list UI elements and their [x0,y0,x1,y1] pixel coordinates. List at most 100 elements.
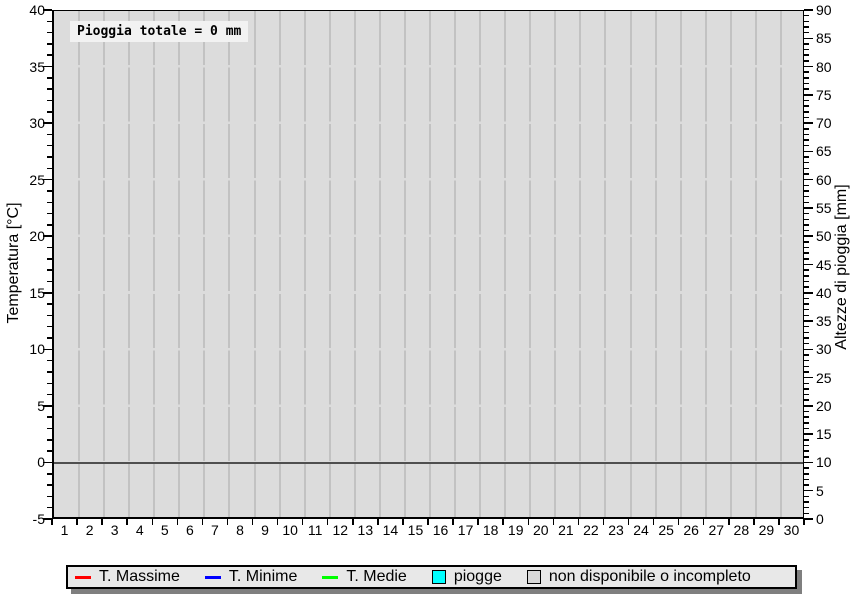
left-minor-tick [47,337,52,339]
right-minor-tick [804,230,809,232]
x-axis-day-label: 24 [633,523,649,537]
right-minor-tick [804,366,809,368]
legend-swatch-t-medie [322,576,338,579]
right-minor-tick [804,360,809,362]
right-minor-tick [804,399,809,401]
day-gridline [178,11,180,517]
legend-swatch-non-disponibile-o-incompleto [527,570,541,584]
x-axis-tick [327,519,329,525]
x-axis-tick [728,519,730,525]
right-minor-tick [804,332,809,334]
left-axis-tick-label: -5 [0,512,45,526]
day-gridline [228,11,230,517]
x-axis-tick [177,519,179,525]
x-axis-tick [753,519,755,525]
right-minor-tick [804,281,809,283]
right-minor-tick [804,54,809,56]
left-minor-tick [47,450,52,452]
right-major-tick [804,207,813,209]
right-axis-tick-label: 30 [816,342,832,356]
left-minor-tick [47,269,52,271]
right-minor-tick [804,247,809,249]
day-gridline [755,11,757,517]
x-axis-tick [427,519,429,525]
left-axis-tick-label: 0 [0,455,45,469]
right-minor-tick [804,484,809,486]
legend-swatch-piogge [432,570,446,584]
right-minor-tick [804,219,809,221]
left-minor-tick [47,473,52,475]
right-major-tick [804,264,813,266]
right-axis-tick-label: 40 [816,286,832,300]
left-axis-tick-label: 40 [0,3,45,17]
x-axis-day-label: 17 [458,523,474,537]
right-minor-tick [804,71,809,73]
left-axis-tick-label: 30 [0,116,45,130]
x-axis-tick [76,519,78,525]
left-minor-tick [47,281,52,283]
right-minor-tick [804,326,809,328]
right-minor-tick [804,241,809,243]
right-axis-tick-label: 85 [816,31,832,45]
right-major-tick [804,292,813,294]
right-minor-tick [804,298,809,300]
right-minor-tick [804,15,809,17]
right-minor-tick [804,501,809,503]
x-axis-day-label: 4 [136,523,144,537]
x-axis-tick [402,519,404,525]
legend-swatch-t-massime [75,576,91,579]
right-minor-tick [804,224,809,226]
left-minor-tick [47,224,52,226]
right-minor-tick [804,49,809,51]
day-gridline [379,11,381,517]
day-gridline [604,11,606,517]
left-minor-tick [47,190,52,192]
legend-swatch-t-minime [205,576,221,579]
x-axis-day-label: 13 [358,523,374,537]
right-minor-tick [804,26,809,28]
left-minor-tick [47,54,52,56]
right-minor-tick [804,134,809,136]
x-axis-tick [528,519,530,525]
right-minor-tick [804,315,809,317]
x-axis-tick [202,519,204,525]
day-gridline [153,11,155,517]
day-gridline [354,11,356,517]
left-minor-tick [47,134,52,136]
right-major-tick [804,377,813,379]
right-major-tick [804,405,813,407]
x-axis-day-label: 18 [483,523,499,537]
right-minor-tick [804,445,809,447]
right-minor-tick [804,383,809,385]
right-minor-tick [804,422,809,424]
left-axis-tick-label: 25 [0,173,45,187]
left-minor-tick [47,496,52,498]
day-gridline [279,11,281,517]
left-minor-tick [47,213,52,215]
right-axis-tick-label: 20 [816,399,832,413]
right-minor-tick [804,269,809,271]
x-axis-day-label: 11 [308,523,323,537]
right-minor-tick [804,83,809,85]
right-minor-tick [804,513,809,515]
right-minor-tick [804,145,809,147]
right-minor-tick [804,371,809,373]
left-minor-tick [47,258,52,260]
x-axis-tick [553,519,555,525]
x-axis-day-label: 19 [508,523,524,537]
x-axis-day-label: 22 [583,523,599,537]
x-axis-day-label: 2 [86,523,94,537]
day-gridline [254,11,256,517]
right-axis-tick-label: 10 [816,455,832,469]
day-gridline [78,11,80,517]
x-axis-tick [277,519,279,525]
right-minor-tick [804,139,809,141]
right-minor-tick [804,309,809,311]
day-gridline [554,11,556,517]
day-gridline [304,11,306,517]
x-axis-day-label: 6 [186,523,194,537]
x-axis-day-label: 8 [236,523,244,537]
left-minor-tick [47,428,52,430]
left-minor-tick [47,303,52,305]
right-minor-tick [804,337,809,339]
